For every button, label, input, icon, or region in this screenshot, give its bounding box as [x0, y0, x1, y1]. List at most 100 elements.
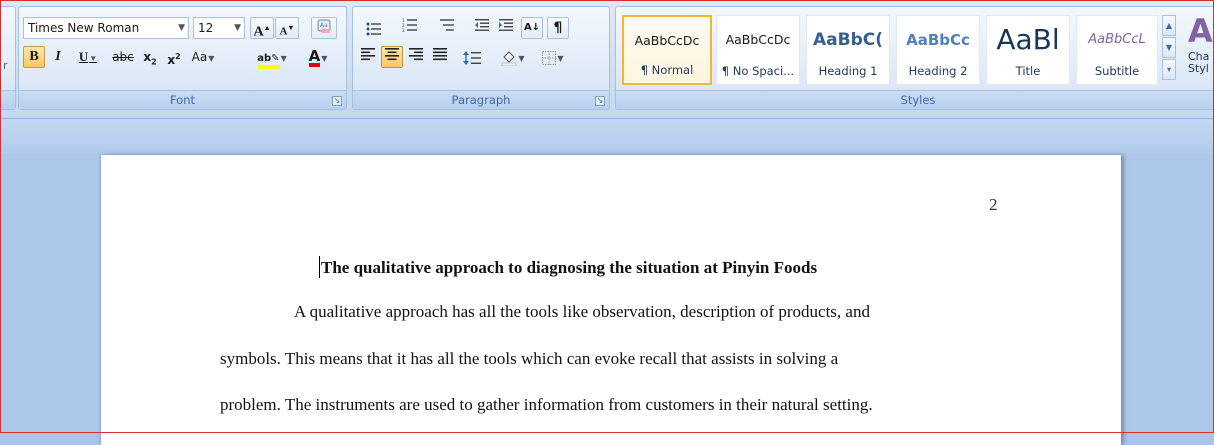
eraser-icon: Aa [315, 18, 333, 34]
strikethrough-button[interactable]: abc [109, 46, 137, 68]
font-size-combo[interactable]: 12 ▼ [193, 17, 245, 39]
change-styles-label-2: Styl [1188, 62, 1209, 75]
borders-button[interactable]: ▼ [535, 46, 571, 68]
paragraph-line-3: problem. The instruments are used to gat… [220, 395, 873, 414]
sort-icon: A↓ [523, 22, 541, 33]
subscript-label: x [143, 50, 152, 64]
align-left-button[interactable] [357, 46, 379, 68]
show-formatting-marks-button[interactable]: ¶ [547, 17, 569, 39]
change-case-button[interactable]: Aa▼ [187, 46, 219, 68]
font-name-value: Times New Roman [28, 21, 140, 35]
line-spacing-button[interactable] [455, 46, 489, 68]
align-right-button[interactable] [405, 46, 427, 68]
align-right-icon [409, 47, 423, 61]
multilevel-list-button[interactable] [429, 17, 465, 39]
style-heading-1-preview: AaBbC( [812, 30, 883, 50]
italic-label: I [55, 49, 61, 64]
change-case-label: Aa [191, 50, 208, 64]
style-normal[interactable]: AaBbCcDc ¶ Normal [622, 15, 712, 85]
style-title[interactable]: AaBl Title [986, 15, 1070, 85]
chevron-down-icon: ▼ [280, 54, 287, 63]
style-no-spacing[interactable]: AaBbCcDc ¶ No Spaci... [716, 15, 800, 85]
clipped-label: r [3, 59, 8, 72]
grow-font-button[interactable]: A▲ [250, 17, 274, 40]
style-heading-2-label: Heading 2 [908, 64, 968, 78]
style-subtitle-preview: AaBbCcL [1088, 32, 1146, 47]
align-left-icon [361, 47, 375, 61]
text-cursor [319, 256, 320, 278]
bullets-button[interactable] [357, 17, 391, 39]
styles-group: AaBbCcDc ¶ Normal AaBbCcDc ¶ No Spaci...… [615, 6, 1214, 110]
ruler-strip [0, 119, 1214, 153]
line-spacing-icon [463, 50, 481, 65]
paint-bucket-icon [501, 50, 517, 66]
chevron-down-icon: ▼ [234, 23, 241, 33]
clipped-group-label [0, 90, 15, 109]
styles-group-label: Styles [616, 90, 1214, 109]
font-color-button[interactable]: A▼ [297, 46, 339, 68]
font-color-label: A [308, 47, 321, 65]
font-group: Times New Roman ▼ 12 ▼ A▲ A▼ Aa B I U▼ a… [18, 6, 347, 110]
clear-formatting-button[interactable]: Aa [311, 17, 337, 39]
shading-button[interactable]: ▼ [495, 46, 531, 68]
highlight-button[interactable]: ab✎▼ [251, 46, 293, 69]
justify-icon [433, 47, 447, 61]
gallery-more-icon[interactable]: ▾ [1162, 59, 1176, 80]
highlighter-icon: ab✎ [257, 52, 280, 69]
font-dialog-launcher[interactable]: ↘ [332, 96, 342, 106]
paragraph-dialog-launcher[interactable]: ↘ [595, 96, 605, 106]
font-name-combo[interactable]: Times New Roman ▼ [23, 17, 189, 39]
highlight-label: ab [257, 53, 272, 64]
chevron-down-icon: ▼ [89, 54, 98, 63]
style-heading-1-label: Heading 1 [818, 64, 878, 78]
multilevel-list-icon [439, 18, 455, 32]
gallery-scroll-down-icon[interactable]: ▼ [1162, 37, 1176, 58]
grow-font-label: A [253, 24, 264, 40]
pilcrow-icon: ¶ [553, 20, 563, 36]
increase-indent-button[interactable] [495, 17, 517, 39]
underline-label: U [78, 49, 89, 64]
superscript-label: x [167, 53, 176, 67]
sort-button[interactable]: A↓ [521, 17, 543, 39]
superscript-mark: 2 [175, 52, 181, 61]
chevron-down-icon: ▼ [518, 54, 525, 63]
align-center-icon [385, 47, 399, 61]
style-normal-preview: AaBbCcDc [634, 33, 700, 48]
chevron-down-icon: ▼ [208, 54, 215, 63]
underline-button[interactable]: U▼ [71, 46, 105, 68]
style-title-label: Title [1015, 64, 1041, 78]
shrink-font-label: A [279, 25, 288, 38]
clipped-clipboard-group: r [0, 6, 16, 110]
bold-button[interactable]: B [23, 46, 45, 68]
document-area: 2 The qualitative approach to diagnosing… [0, 119, 1214, 445]
superscript-button[interactable]: x2 [163, 46, 185, 68]
bullet-list-icon [366, 22, 382, 36]
style-subtitle[interactable]: AaBbCcL Subtitle [1076, 15, 1158, 85]
shrink-font-button[interactable]: A▼ [275, 17, 299, 39]
increase-indent-icon [498, 18, 514, 32]
font-color-icon: A [308, 47, 321, 67]
styles-gallery-scroll: ▲ ▼ ▾ [1162, 15, 1178, 81]
numbered-list-icon: 123 [402, 18, 418, 32]
decrease-indent-button[interactable] [471, 17, 493, 39]
chevron-down-icon: ▼ [557, 54, 564, 63]
paragraph-group-label: Paragraph [353, 90, 609, 109]
gallery-scroll-up-icon[interactable]: ▲ [1162, 15, 1176, 36]
document-page[interactable]: 2 The qualitative approach to diagnosing… [101, 155, 1121, 445]
svg-text:Aa: Aa [320, 22, 328, 29]
style-heading-1[interactable]: AaBbC( Heading 1 [806, 15, 890, 85]
change-styles-button[interactable]: A Cha Styl [1184, 11, 1214, 91]
font-group-label: Font [19, 90, 346, 109]
strikethrough-label: abc [112, 50, 134, 64]
style-heading-2[interactable]: AaBbCc Heading 2 [896, 15, 980, 85]
italic-button[interactable]: I [47, 46, 69, 68]
border-grid-icon [542, 50, 557, 65]
numbering-button[interactable]: 123 [393, 17, 427, 39]
subscript-button[interactable]: x2 [139, 46, 161, 68]
center-button[interactable] [381, 46, 403, 68]
chevron-down-icon: ▼ [178, 23, 185, 33]
svg-text:3: 3 [402, 28, 405, 32]
paragraph-group: 123 A↓ ¶ ▼ ▼ Paragraph ↘ [352, 6, 610, 110]
decrease-indent-icon [474, 18, 490, 32]
justify-button[interactable] [429, 46, 451, 68]
